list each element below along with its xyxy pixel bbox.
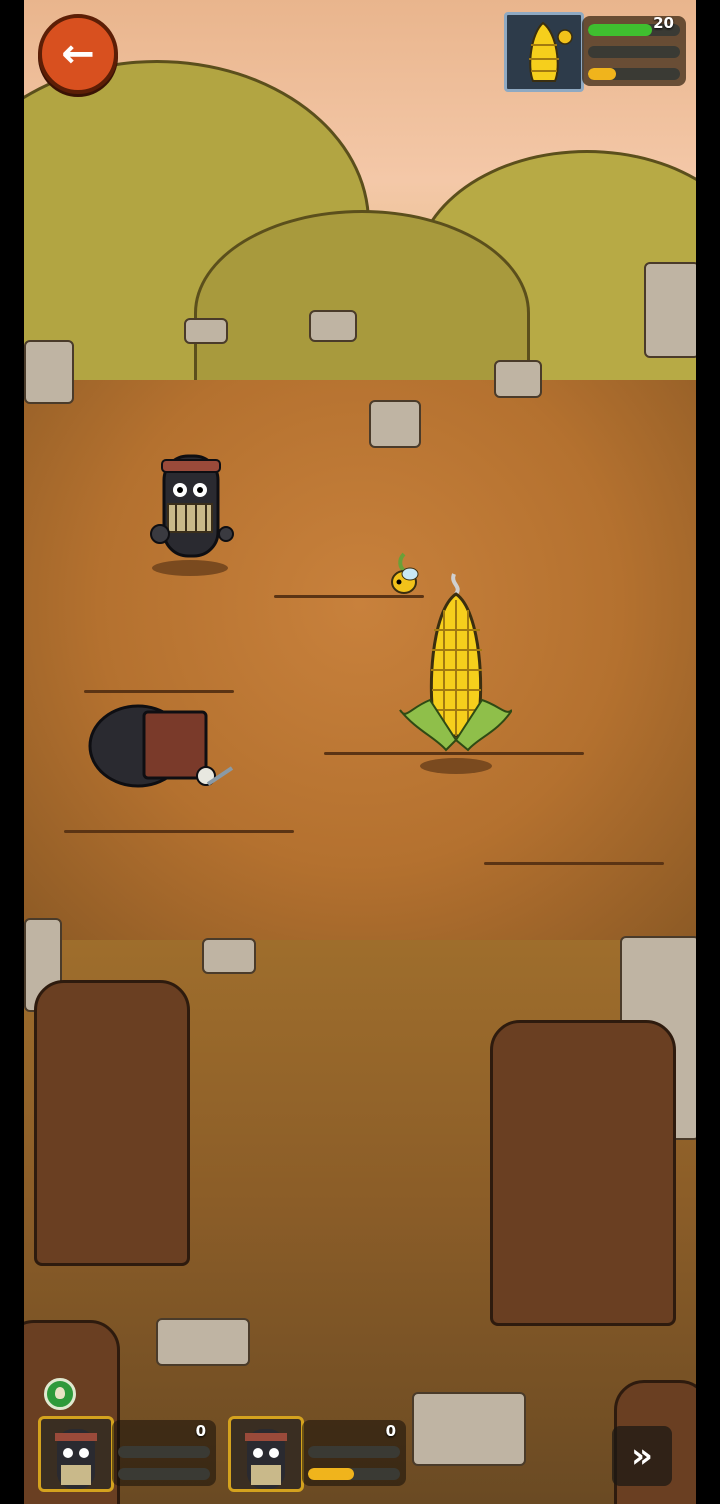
boss-energy-bar — [588, 68, 680, 80]
unit-hp-bar — [308, 1446, 400, 1458]
rock — [24, 340, 74, 404]
unit-energy-fill — [308, 1468, 354, 1480]
fast-forward-icon: » — [631, 1436, 653, 1476]
fallen-warrior — [88, 704, 234, 788]
dead-tree-left — [34, 980, 190, 1266]
unit-count: 0 — [195, 1422, 206, 1440]
corn-boss-portrait[interactable] — [504, 12, 584, 92]
boss-status-panel: 20 — [504, 12, 686, 92]
rock — [309, 310, 357, 342]
unit-slot-2[interactable]: 0 — [228, 1416, 408, 1494]
unit-hp-bar — [118, 1446, 210, 1458]
unit-count: 0 — [385, 1422, 396, 1440]
boss-hp-fill — [588, 24, 653, 36]
unit-slot-1[interactable]: 0 — [38, 1416, 218, 1494]
rock — [184, 318, 228, 344]
rock — [202, 938, 256, 974]
ground-crack — [84, 690, 234, 693]
corn-boss[interactable] — [396, 570, 512, 780]
boss-hp-value: 20 — [653, 14, 674, 32]
rock — [644, 262, 696, 358]
warrior-portrait — [228, 1416, 304, 1492]
unit-energy-bar — [308, 1468, 400, 1480]
back-button[interactable]: ← — [38, 14, 118, 94]
rock — [156, 1318, 250, 1366]
dirt-plains — [24, 380, 696, 940]
bee-minion[interactable] — [386, 550, 422, 596]
rock — [494, 360, 542, 398]
unit-bars: 0 — [112, 1420, 216, 1486]
seed-badge-icon[interactable] — [44, 1378, 76, 1410]
rock — [369, 400, 421, 448]
ground-crack — [484, 862, 664, 865]
battlefield — [24, 0, 696, 1504]
rock — [412, 1392, 526, 1466]
warrior-unit[interactable] — [134, 448, 252, 578]
dead-tree-right — [490, 1020, 676, 1326]
fast-forward-button[interactable]: » — [612, 1426, 672, 1486]
unit-energy-bar — [118, 1468, 210, 1480]
ground-crack — [64, 830, 294, 833]
boss-energy-fill — [588, 68, 616, 80]
unit-bars: 0 — [302, 1420, 406, 1486]
boss-shield-bar — [588, 46, 680, 58]
boss-bars: 20 — [582, 14, 686, 86]
warrior-portrait — [38, 1416, 114, 1492]
back-arrow-icon: ← — [61, 31, 95, 77]
